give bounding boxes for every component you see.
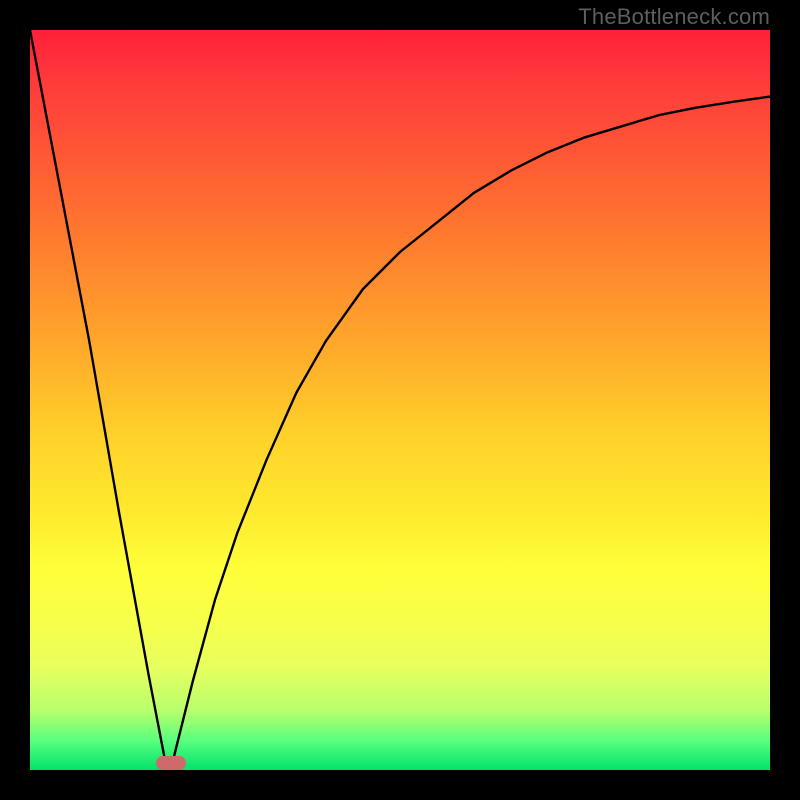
curve-left-branch — [30, 30, 167, 770]
bottleneck-marker — [156, 756, 186, 770]
curve-layer — [30, 30, 770, 770]
plot-area — [30, 30, 770, 770]
watermark-text: TheBottleneck.com — [578, 4, 770, 30]
chart-frame: TheBottleneck.com — [0, 0, 800, 800]
curve-right-branch — [171, 97, 770, 770]
